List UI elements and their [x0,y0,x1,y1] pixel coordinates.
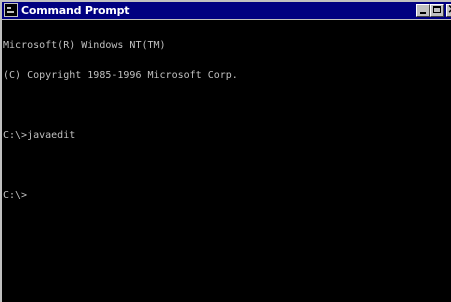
console-line-blank [3,101,451,111]
window-title: Command Prompt [21,4,130,17]
console-line-copyright: (C) Copyright 1985-1996 Microsoft Corp. [3,70,238,81]
maximize-button[interactable] [430,4,444,17]
console-line-prompt: C:\> [3,190,28,201]
console-output: Microsoft(R) Windows NT(TM) (C) Copyrigh… [2,20,451,221]
command-prompt-window: Command Prompt Microsoft(R) Windows NT(T… [0,0,451,302]
console-icon[interactable] [4,3,18,17]
console-line-command: C:\>javaedit [3,130,76,141]
console-line-version: Microsoft(R) Windows NT(TM) [3,40,166,51]
close-button[interactable] [446,1,451,18]
console-line-blank-2 [3,161,451,171]
minimize-button[interactable] [416,4,430,17]
console-area[interactable]: Microsoft(R) Windows NT(TM) (C) Copyrigh… [2,20,451,302]
title-bar[interactable]: Command Prompt [2,1,451,19]
